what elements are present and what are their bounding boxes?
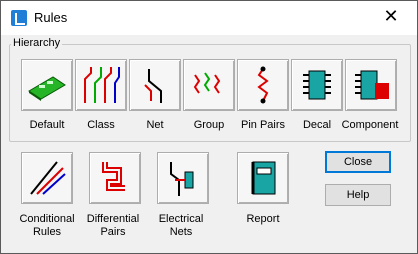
differential-pairs-icon bbox=[102, 162, 125, 191]
report-button[interactable] bbox=[237, 152, 289, 204]
rules-dialog: Rules ✕ Hierarchy Default Class Net Grou… bbox=[0, 0, 418, 254]
decal-label: Decal bbox=[302, 119, 332, 131]
differential-pairs-label: Differential Pairs bbox=[81, 213, 145, 239]
class-rules-button[interactable] bbox=[75, 59, 127, 111]
electrical-label-line2: Nets bbox=[169, 226, 193, 238]
decal-chip-icon bbox=[303, 70, 331, 100]
conditional-rules-icon bbox=[30, 161, 66, 195]
net-trace-icon bbox=[144, 69, 162, 103]
default-rules-button[interactable] bbox=[21, 59, 73, 111]
default-label: Default bbox=[29, 119, 65, 131]
net-label: Net bbox=[146, 119, 164, 131]
report-book-icon bbox=[251, 161, 276, 195]
component-label: Component bbox=[341, 119, 399, 131]
class-traces-icon bbox=[84, 67, 120, 103]
decal-rules-button[interactable] bbox=[291, 59, 343, 111]
pin-pairs-label: Pin Pairs bbox=[240, 119, 286, 131]
differential-pairs-button[interactable] bbox=[89, 152, 141, 204]
group-label: Group bbox=[193, 119, 225, 131]
differential-label-line1: Differential bbox=[86, 213, 140, 225]
hierarchy-group-label: Hierarchy bbox=[11, 37, 63, 49]
electrical-nets-label: Electrical Nets bbox=[149, 213, 213, 239]
component-chip-icon bbox=[355, 70, 389, 100]
class-label: Class bbox=[87, 119, 115, 131]
component-rules-button[interactable] bbox=[345, 59, 397, 111]
report-label: Report bbox=[246, 213, 280, 225]
pin-pairs-rules-button[interactable] bbox=[237, 59, 289, 111]
window-title: Rules bbox=[34, 10, 68, 25]
group-rules-button[interactable] bbox=[183, 59, 235, 111]
window-close-icon[interactable]: ✕ bbox=[369, 1, 413, 31]
electrical-label-line1: Electrical bbox=[158, 213, 204, 225]
conditional-label-line1: Conditional bbox=[19, 213, 75, 225]
electrical-nets-icon bbox=[170, 162, 194, 196]
pcb-board-icon bbox=[28, 76, 66, 101]
conditional-rules-button[interactable] bbox=[21, 152, 73, 204]
net-rules-button[interactable] bbox=[129, 59, 181, 111]
help-button[interactable]: Help bbox=[325, 184, 391, 206]
differential-label-line2: Pairs bbox=[100, 226, 126, 238]
rules-app-icon bbox=[11, 10, 27, 26]
group-traces-icon bbox=[193, 72, 221, 94]
conditional-label-line2: Rules bbox=[32, 226, 62, 238]
title-bar: Rules ✕ bbox=[1, 1, 417, 35]
close-button[interactable]: Close bbox=[325, 151, 391, 173]
conditional-rules-label: Conditional Rules bbox=[11, 213, 83, 239]
electrical-nets-button[interactable] bbox=[157, 152, 209, 204]
pin-pairs-icon bbox=[257, 66, 269, 104]
